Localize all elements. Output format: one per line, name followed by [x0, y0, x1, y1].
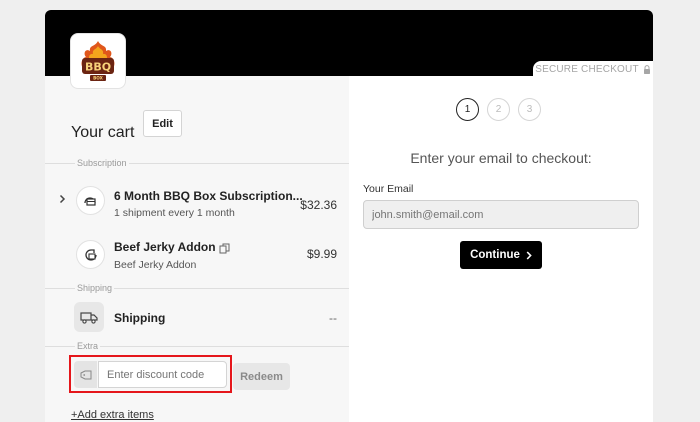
secure-checkout-label: SECURE CHECKOUT — [535, 64, 639, 75]
checkout-heading: Enter your email to checkout: — [410, 150, 592, 166]
chevron-right-icon — [526, 250, 532, 260]
checkout-panel: 1 2 3 Enter your email to checkout: Your… — [349, 76, 653, 422]
secure-checkout-badge: SECURE CHECKOUT — [533, 61, 653, 78]
section-label-extra: Extra — [75, 341, 101, 351]
cart-panel: Your cart Edit Subscription 6 Month BBQ … — [45, 76, 349, 422]
add-extra-items-link[interactable]: +Add extra items — [71, 409, 154, 421]
cart-item-price: $9.99 — [306, 247, 337, 261]
discount-highlight — [69, 355, 232, 393]
svg-text:BOX: BOX — [93, 76, 104, 81]
cart-title: Your cart — [71, 124, 135, 141]
section-label-subscription: Subscription — [75, 158, 129, 168]
cart-item-detail: 1 shipment every 1 month — [114, 207, 235, 219]
step-3: 3 — [518, 98, 541, 121]
tag-icon — [74, 361, 97, 388]
cart-item-detail: Beef Jerky Addon — [114, 259, 197, 271]
continue-button[interactable]: Continue — [460, 241, 542, 269]
shipping-label: Shipping — [114, 311, 166, 325]
discount-code-input[interactable] — [98, 361, 227, 388]
step-1: 1 — [456, 98, 479, 121]
redeem-button[interactable]: Redeem — [233, 363, 290, 390]
continue-label: Continue — [470, 249, 520, 261]
cart-item-name: Beef Jerky Addon — [114, 240, 216, 254]
section-label-shipping: Shipping — [75, 283, 115, 293]
one-time-purchase-icon — [219, 241, 230, 259]
bbq-box-logo-icon: BBQ BOX — [81, 41, 115, 81]
cart-item-name: 6 Month BBQ Box Subscription... — [114, 189, 303, 203]
checkout-frame: BBQ BOX SECURE CHECKOUT Your cart Edit S… — [45, 10, 653, 422]
email-field[interactable] — [363, 200, 639, 229]
subscription-box-icon — [76, 186, 105, 215]
cart-item-price: $32.36 — [300, 198, 337, 212]
edit-cart-button[interactable]: Edit — [143, 110, 182, 137]
brand-logo: BBQ BOX — [70, 33, 126, 89]
lock-icon — [643, 65, 650, 74]
email-label: Your Email — [363, 183, 414, 195]
step-indicator: 1 2 3 — [456, 98, 541, 121]
expand-chevron-icon[interactable] — [59, 193, 66, 207]
step-2: 2 — [487, 98, 510, 121]
shipping-price: -- — [329, 311, 337, 325]
one-time-icon — [76, 240, 105, 269]
svg-text:BBQ: BBQ — [85, 61, 111, 74]
truck-icon — [74, 302, 104, 332]
